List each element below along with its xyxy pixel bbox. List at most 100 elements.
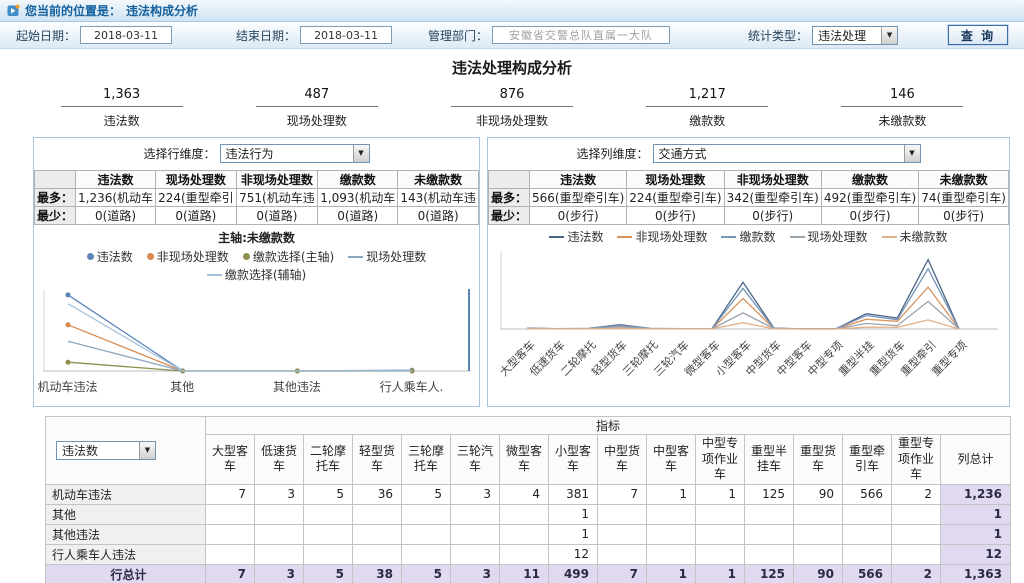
legend-item[interactable]: 违法数	[87, 248, 133, 265]
table-cell: 3	[255, 564, 304, 583]
left-x-axis: 机动车违法其他其他违法行人乘车人.	[42, 377, 472, 393]
table-cell: 566	[843, 484, 892, 504]
table-row: 最少：0(步行)0(步行)0(步行)0(步行)0(步行)	[489, 207, 1009, 225]
summary-value: 1,363	[61, 87, 183, 107]
legend-label: 现场处理数	[808, 228, 868, 245]
legend-line-marker	[549, 236, 564, 238]
legend-item[interactable]: 现场处理数	[790, 228, 868, 245]
department-input[interactable]	[492, 26, 670, 44]
extreme-value: 0(步行)	[627, 207, 724, 225]
legend-label: 缴款数	[739, 228, 775, 245]
table-cell: 1	[941, 524, 1011, 544]
legend-item[interactable]: 未缴款数	[882, 228, 948, 245]
left-chart-legend: 违法数非现场处理数缴款选择(主轴) 现场处理数缴款选择(辅轴)	[62, 248, 452, 283]
legend-item[interactable]: 缴款选择(辅轴)	[207, 266, 306, 283]
table-cell	[402, 504, 451, 524]
extreme-value: 0(步行)	[919, 207, 1009, 225]
row-extremes-table-wrap: 违法数现场处理数非现场处理数缴款数未缴款数最多：1,236(机动车224(重型牵…	[34, 170, 479, 225]
table-cell: 5	[402, 564, 451, 583]
extreme-value: 0(道路)	[156, 207, 237, 225]
legend-item[interactable]: 缴款数	[721, 228, 775, 245]
legend-item[interactable]: 非现场处理数	[147, 248, 229, 265]
metrics-table: 违法数▼指标大型客车低速货车二轮摩托车轻型货车三轮摩托车三轮汽车微型客车小型客车…	[45, 416, 1011, 583]
table-cell: 90	[794, 484, 843, 504]
table-cell: 7	[598, 564, 647, 583]
extreme-value: 566(重型牵引车)	[530, 189, 627, 207]
table-cell: 3	[451, 564, 500, 583]
column-header: 中型专项作业车	[696, 435, 745, 485]
summary-stat: 146未缴款数	[805, 87, 1000, 129]
extreme-row-label: 最少：	[489, 207, 530, 225]
table-cell: 381	[549, 484, 598, 504]
column-header: 三轮摩托车	[402, 435, 451, 485]
x-axis-label: 其他违法	[273, 378, 321, 395]
left-chart-title: 主轴:未缴款数	[34, 229, 479, 246]
legend-item[interactable]: 现场处理数	[348, 248, 426, 265]
corner-cell	[35, 171, 76, 189]
stat-type-group: 统计类型： 违法处理 ▼	[748, 26, 898, 45]
start-date-label: 起始日期：	[16, 27, 76, 44]
extreme-value: 0(道路)	[398, 207, 479, 225]
legend-item[interactable]: 缴款选择(主轴)	[243, 248, 334, 265]
table-cell: 7	[206, 564, 255, 583]
summary-stat: 1,363违法数	[24, 87, 219, 129]
row-dimension-panel: 选择行维度： 违法行为 ▼ 违法数现场处理数非现场处理数缴款数未缴款数最多：1,…	[33, 137, 480, 407]
table-cell: 499	[549, 564, 598, 583]
table-cell	[255, 524, 304, 544]
row-dimension-header: 选择行维度： 违法行为 ▼	[34, 138, 479, 168]
extreme-value: 0(步行)	[724, 207, 821, 225]
column-dimension-value: 交通方式	[654, 145, 904, 162]
column-dimension-label: 选择列维度：	[576, 145, 648, 162]
metrics-table-wrap: 违法数▼指标大型客车低速货车二轮摩托车轻型货车三轮摩托车三轮汽车微型客车小型客车…	[45, 416, 1010, 583]
table-row: 其他11	[46, 504, 1011, 524]
department-label: 管理部门：	[428, 27, 488, 44]
stat-type-select[interactable]: 违法处理 ▼	[812, 26, 898, 45]
row-dimension-select[interactable]: 违法行为 ▼	[220, 144, 370, 163]
table-cell: 125	[745, 564, 794, 583]
table-cell: 7	[206, 484, 255, 504]
breadcrumb-current[interactable]: 违法构成分析	[126, 2, 198, 19]
chevron-down-icon: ▼	[353, 145, 369, 162]
legend-dot-marker	[243, 253, 250, 260]
start-date-input[interactable]	[80, 26, 172, 44]
end-date-input[interactable]	[300, 26, 392, 44]
summary-value: 487	[256, 87, 378, 107]
table-cell	[745, 524, 794, 544]
column-header: 重型牵引车	[843, 435, 892, 485]
extreme-value: 751(机动车违	[236, 189, 318, 207]
legend-label: 非现场处理数	[635, 228, 707, 245]
metric-select[interactable]: 违法数▼	[56, 441, 156, 460]
summary-label: 缴款数	[610, 112, 805, 129]
table-cell	[402, 544, 451, 564]
table-cell: 5	[402, 484, 451, 504]
extreme-value: 224(重型牵引	[156, 189, 237, 207]
column-header: 重型半挂车	[745, 435, 794, 485]
indicator-group-header: 指标	[206, 417, 1011, 435]
table-header-row: 违法数▼指标	[46, 417, 1011, 435]
end-date-label: 结束日期：	[236, 27, 296, 44]
summary-value: 876	[451, 87, 573, 107]
column-header: 微型客车	[500, 435, 549, 485]
column-dimension-header: 选择列维度： 交通方式 ▼	[488, 138, 1009, 168]
legend-item[interactable]: 非现场处理数	[617, 228, 707, 245]
corner-cell	[489, 171, 530, 189]
table-cell	[794, 544, 843, 564]
stat-type-value: 违法处理	[813, 27, 881, 44]
query-button[interactable]: 查 询	[948, 25, 1008, 45]
extreme-value: 1,236(机动车	[76, 189, 156, 207]
table-cell: 5	[304, 484, 353, 504]
column-header: 重型货车	[794, 435, 843, 485]
table-cell: 1	[647, 484, 696, 504]
right-chart-legend: 违法数 非现场处理数 缴款数 现场处理数未缴款数	[488, 228, 1009, 245]
column-dimension-select[interactable]: 交通方式 ▼	[653, 144, 921, 163]
column-header: 中型货车	[598, 435, 647, 485]
table-cell: 90	[794, 564, 843, 583]
table-cell	[696, 524, 745, 544]
table-cell: 1,363	[941, 564, 1011, 583]
extreme-value: 342(重型牵引车)	[724, 189, 821, 207]
table-cell	[745, 544, 794, 564]
table-cell: 566	[843, 564, 892, 583]
legend-item[interactable]: 违法数	[549, 228, 603, 245]
column-header: 现场处理数	[156, 171, 237, 189]
column-header: 未缴款数	[919, 171, 1009, 189]
